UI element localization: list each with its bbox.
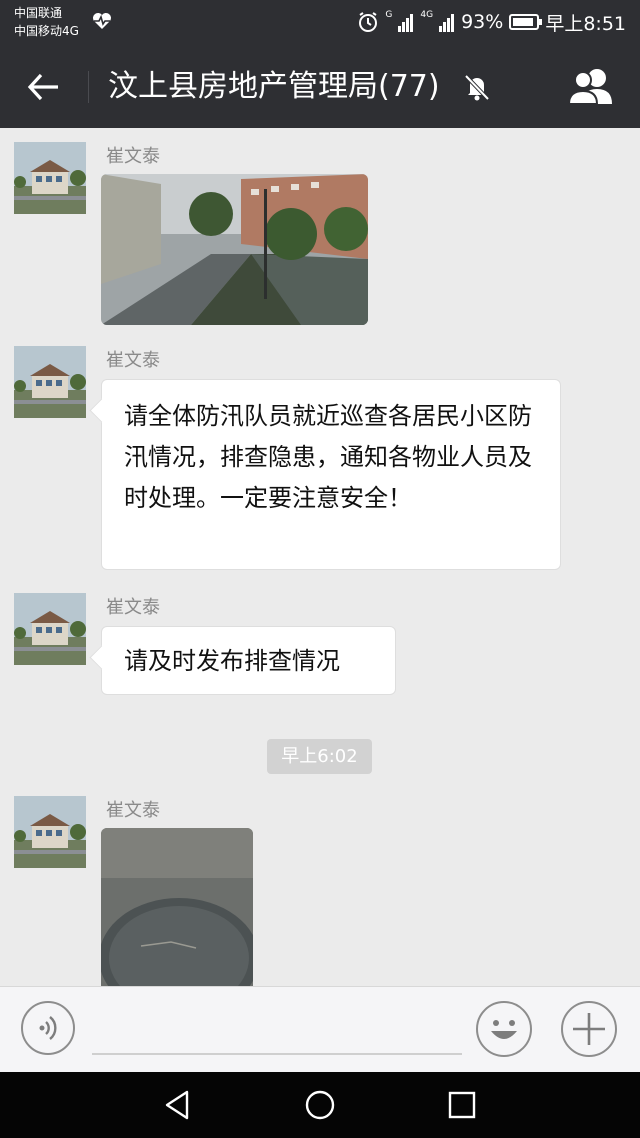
signal-icon bbox=[398, 12, 414, 32]
signal-icon-2 bbox=[439, 12, 455, 32]
voice-icon bbox=[39, 1016, 57, 1040]
message-text: 请全体防汛队员就近巡查各居民小区防汛情况，排查隐患，通知各物业人员及时处理。一定… bbox=[124, 402, 532, 512]
people-icon[interactable] bbox=[568, 67, 616, 105]
image-message[interactable] bbox=[101, 828, 253, 986]
sender-name: 崔文泰 bbox=[106, 146, 160, 167]
emoji-button[interactable] bbox=[476, 1001, 532, 1057]
status-right: G 4G 93% 早上8:51 bbox=[351, 9, 626, 35]
voice-button[interactable] bbox=[21, 1001, 75, 1055]
carrier-1: 中国联通 bbox=[14, 6, 63, 20]
square-recent-icon[interactable] bbox=[445, 1088, 479, 1122]
message-input[interactable] bbox=[92, 1053, 462, 1055]
avatar[interactable] bbox=[14, 593, 86, 665]
avatar[interactable] bbox=[14, 346, 86, 418]
battery-icon bbox=[509, 14, 543, 30]
status-bar: 中国联通 中国移动4G G 4G 93% 早上8:51 bbox=[0, 0, 640, 45]
message-text: 请及时发布排查情况 bbox=[124, 647, 340, 675]
clock: 早上8:51 bbox=[545, 12, 626, 35]
bell-off-icon bbox=[464, 74, 490, 101]
sender-name: 崔文泰 bbox=[106, 597, 160, 618]
circle-home-icon[interactable] bbox=[303, 1088, 337, 1122]
avatar[interactable] bbox=[14, 796, 86, 868]
avatar[interactable] bbox=[14, 142, 86, 214]
header-divider bbox=[88, 71, 89, 103]
carrier-2: 中国移动4G bbox=[14, 24, 79, 38]
chat-header: 汶上县房地产管理局(77) bbox=[0, 45, 640, 128]
chat-title: 汶上县房地产管理局(77) bbox=[108, 69, 440, 104]
timestamp-chip: 早上6:02 bbox=[267, 739, 372, 774]
battery-percent: 93% bbox=[461, 11, 504, 33]
carrier-info: 中国联通 中国移动4G bbox=[14, 4, 79, 40]
sender-name: 崔文泰 bbox=[106, 350, 160, 371]
alarm-icon bbox=[359, 12, 378, 32]
text-message[interactable]: 请全体防汛队员就近巡查各居民小区防汛情况，排查隐患，通知各物业人员及时处理。一定… bbox=[101, 379, 561, 570]
smiley-icon bbox=[491, 1020, 517, 1039]
arrow-left-icon[interactable] bbox=[26, 69, 62, 105]
network-4g-label: 4G bbox=[420, 10, 434, 20]
image-message[interactable] bbox=[101, 174, 368, 325]
triangle-back-icon[interactable] bbox=[161, 1088, 195, 1122]
plus-icon bbox=[573, 1013, 605, 1045]
more-button[interactable] bbox=[561, 1001, 617, 1057]
system-nav-bar bbox=[0, 1072, 640, 1138]
input-bar bbox=[0, 986, 640, 1073]
network-type-label: G bbox=[385, 10, 393, 20]
text-message[interactable]: 请及时发布排查情况 bbox=[101, 626, 396, 695]
sender-name: 崔文泰 bbox=[106, 800, 160, 821]
heart-rate-icon bbox=[93, 13, 111, 29]
